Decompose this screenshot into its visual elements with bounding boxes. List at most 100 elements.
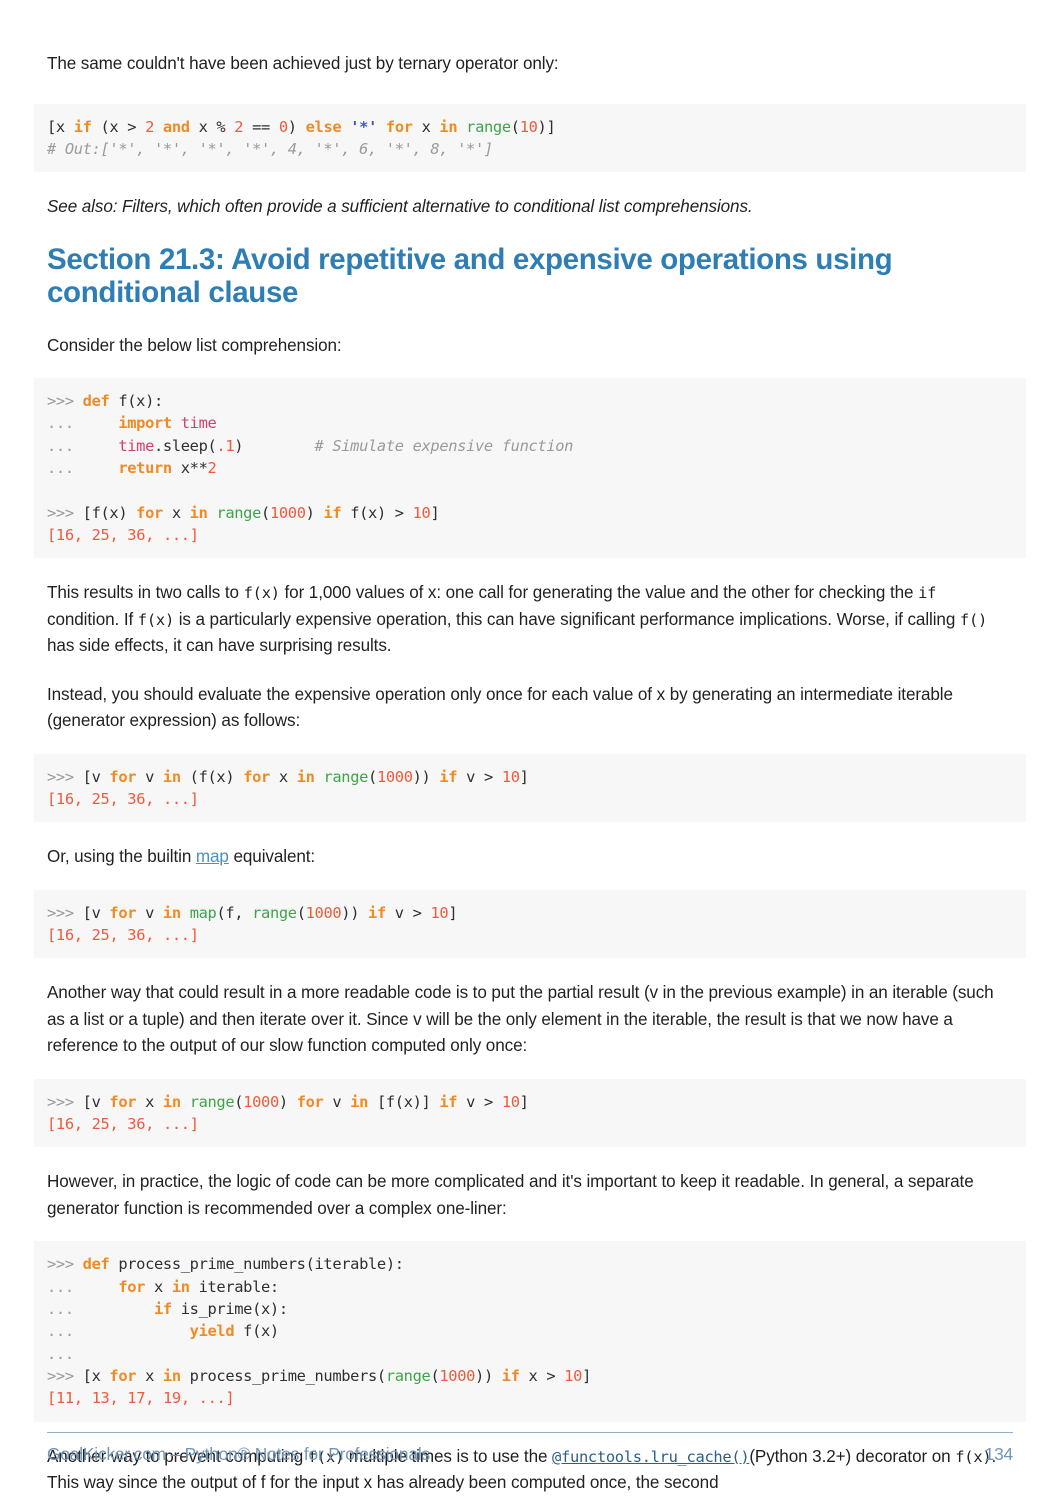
code-output: , bbox=[145, 1389, 163, 1408]
code-output: [ bbox=[47, 1389, 56, 1408]
code-token: x bbox=[412, 117, 440, 136]
code-token: x % bbox=[189, 117, 235, 136]
code-number: 1000 bbox=[243, 1092, 279, 1111]
text-run: This results in two calls to bbox=[47, 583, 244, 603]
code-token: [v bbox=[82, 767, 110, 786]
code-token: (f, bbox=[216, 903, 253, 922]
code-builtin: range bbox=[466, 117, 511, 136]
code-output-number: 13 bbox=[91, 1389, 110, 1408]
code-block-genexp: >>> [v for v in (f(x) for x in range(100… bbox=[34, 753, 1026, 823]
builtin-map-paragraph: Or, using the builtin map equivalent: bbox=[47, 844, 1013, 871]
code-token: x** bbox=[171, 458, 208, 477]
code-comment: # Simulate expensive function bbox=[243, 436, 574, 455]
inline-code: f() bbox=[959, 610, 988, 629]
code-token: [x bbox=[82, 1366, 110, 1385]
code-keyword: in bbox=[162, 767, 181, 786]
footer-title: GoalKicker.com – Python® Notes for Profe… bbox=[47, 1444, 431, 1464]
code-token: ) bbox=[234, 436, 244, 455]
code-token: )) bbox=[412, 767, 440, 786]
code-keyword: yield bbox=[82, 1322, 235, 1341]
code-token: x bbox=[145, 1277, 172, 1296]
code-prompt: >>> bbox=[47, 903, 83, 922]
code-keyword: in bbox=[189, 503, 208, 522]
code-output: , ...] bbox=[145, 789, 199, 808]
code-keyword: for bbox=[136, 503, 163, 522]
code-output-number: 16 bbox=[55, 926, 74, 945]
code-token: f(x) bbox=[234, 1322, 279, 1341]
text-run: equivalent: bbox=[228, 847, 316, 867]
code-prompt: ... bbox=[47, 436, 83, 455]
code-keyword: return bbox=[82, 458, 172, 477]
code-keyword: else bbox=[305, 117, 342, 136]
code-block-generator-fn: >>> def process_prime_numbers(iterable):… bbox=[34, 1241, 1026, 1422]
code-output-number: 36 bbox=[127, 926, 146, 945]
section-heading: Section 21.3: Avoid repetitive and expen… bbox=[47, 242, 893, 309]
code-output: , bbox=[73, 1389, 92, 1408]
code-token: ] bbox=[448, 903, 458, 922]
code-builtin: range bbox=[189, 1092, 235, 1111]
code-string: '*' bbox=[350, 117, 377, 136]
code-keyword: for bbox=[376, 117, 413, 136]
code-prompt: ... bbox=[47, 1277, 83, 1296]
code-token: [v bbox=[82, 903, 110, 922]
code-module: time bbox=[82, 436, 154, 455]
code-block-nested: >>> [v for x in range(1000) for v in [f(… bbox=[34, 1078, 1026, 1148]
code-keyword: in bbox=[162, 1366, 181, 1385]
code-output: , bbox=[109, 1115, 128, 1134]
code-output: , ...] bbox=[145, 525, 199, 544]
code-output: , ...] bbox=[145, 926, 199, 945]
text-run: Or, using the builtin bbox=[47, 847, 196, 867]
code-token: ] bbox=[430, 503, 440, 522]
code-number: 2 bbox=[234, 117, 244, 136]
code-token: [v bbox=[82, 1092, 110, 1111]
code-token: v > bbox=[457, 767, 502, 786]
code-output: , bbox=[109, 525, 128, 544]
code-keyword: for bbox=[296, 1092, 324, 1111]
code-prompt: >>> bbox=[47, 1366, 83, 1385]
code-output: , bbox=[73, 926, 92, 945]
map-link[interactable]: map bbox=[196, 847, 229, 866]
code-token: ( bbox=[368, 767, 377, 786]
code-prompt: ... bbox=[47, 1344, 74, 1363]
code-token: ( bbox=[234, 1092, 244, 1111]
code-token: (f(x) bbox=[180, 767, 244, 786]
code-token: ( bbox=[510, 117, 520, 136]
code-keyword: if bbox=[73, 117, 92, 136]
consider-paragraph: Consider the below list comprehension: bbox=[47, 335, 342, 355]
code-prompt: ... bbox=[47, 414, 83, 433]
code-keyword: if bbox=[501, 1366, 520, 1385]
text-run: is a particularly expensive operation, t… bbox=[174, 609, 960, 629]
code-keyword: for bbox=[243, 767, 270, 786]
code-number: 10 bbox=[412, 503, 431, 522]
code-keyword: if bbox=[82, 1300, 172, 1319]
however-paragraph: However, in practice, the logic of code … bbox=[47, 1172, 974, 1218]
code-token: x bbox=[269, 767, 297, 786]
code-keyword: if bbox=[439, 1092, 458, 1111]
code-token: v bbox=[136, 767, 163, 786]
code-token: == bbox=[243, 117, 279, 136]
code-output-number: 16 bbox=[55, 525, 74, 544]
code-token: ( bbox=[296, 903, 306, 922]
document-page: The same couldn't have been achieved jus… bbox=[0, 0, 1060, 1500]
code-token: ] bbox=[519, 767, 529, 786]
code-token: v bbox=[136, 903, 163, 922]
top-spacer bbox=[47, 0, 1013, 51]
code-token: ( bbox=[261, 503, 270, 522]
code-number: 1000 bbox=[269, 503, 306, 522]
code-output: [ bbox=[47, 926, 56, 945]
code-prompt: >>> bbox=[47, 1092, 83, 1111]
code-prompt: >>> bbox=[47, 767, 83, 786]
code-output-number: 17 bbox=[127, 1389, 146, 1408]
intro-paragraph: The same couldn't have been achieved jus… bbox=[47, 54, 559, 73]
code-output: , bbox=[73, 1115, 92, 1134]
code-number: 10 bbox=[564, 1366, 583, 1385]
code-keyword: in bbox=[296, 767, 315, 786]
